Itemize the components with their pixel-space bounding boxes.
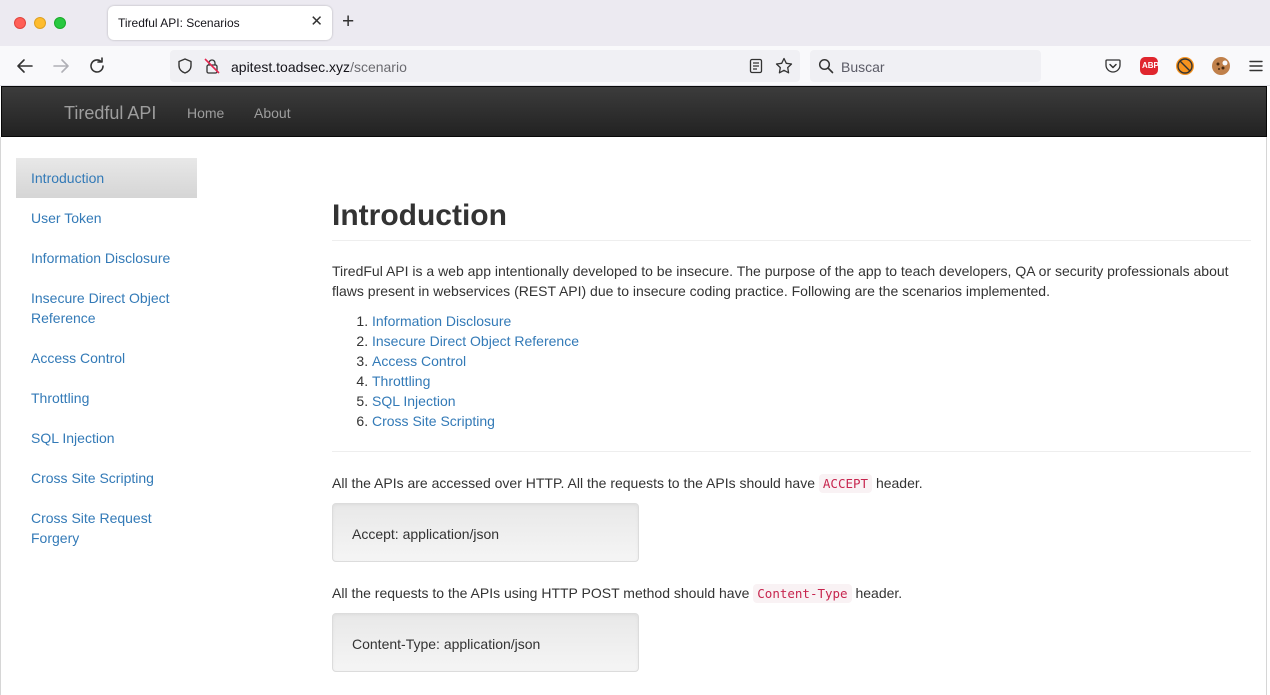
reload-button[interactable] xyxy=(85,54,109,78)
http-note-suffix: header. xyxy=(875,475,923,491)
browser-tab-active[interactable]: Tiredful API: Scenarios ✕ xyxy=(108,6,332,40)
scenario-link-idor[interactable]: Insecure Direct Object Reference xyxy=(372,333,579,349)
sidebar-item-xss[interactable]: Cross Site Scripting xyxy=(16,458,197,498)
nav-about[interactable]: About xyxy=(254,105,291,121)
url-path: /scenario xyxy=(350,59,407,75)
shield-icon[interactable] xyxy=(176,57,194,75)
sidebar-item-csrf[interactable]: Cross Site Request Forgery xyxy=(16,498,197,558)
post-note: All the requests to the APIs using HTTP … xyxy=(332,583,1251,604)
insecure-lock-icon[interactable] xyxy=(203,57,221,75)
list-item: Throttling xyxy=(372,371,1251,391)
tab-title: Tiredful API: Scenarios xyxy=(118,16,240,30)
browser-toolbar: apitest.toadsec.xyz/scenario Buscar ABP xyxy=(0,46,1270,86)
close-window-button[interactable] xyxy=(14,17,26,29)
site-navbar: Tiredful API Home About xyxy=(1,86,1267,137)
url-domain: apitest.toadsec.xyz xyxy=(231,59,351,75)
search-bar[interactable]: Buscar xyxy=(810,50,1041,82)
sidebar-item-access-control[interactable]: Access Control xyxy=(16,338,197,378)
zoom-window-button[interactable] xyxy=(54,17,66,29)
forward-arrow-icon xyxy=(53,59,69,73)
search-input[interactable]: Buscar xyxy=(841,59,885,75)
adblock-label: ABP xyxy=(1142,61,1159,70)
accept-header-value: Accept: application/json xyxy=(352,526,500,542)
reload-icon xyxy=(90,57,104,73)
page-border-left xyxy=(0,137,1,695)
list-item: Information Disclosure xyxy=(372,311,1251,331)
page-title: Introduction xyxy=(332,199,507,232)
search-icon xyxy=(818,58,834,74)
list-item: Cross Site Scripting xyxy=(372,411,1251,431)
content-type-header-well: Content-Type: application/json xyxy=(332,613,639,672)
sidebar-item-information-disclosure[interactable]: Information Disclosure xyxy=(16,238,197,278)
scenario-link-information-disclosure[interactable]: Information Disclosure xyxy=(372,313,511,329)
url-bar[interactable]: apitest.toadsec.xyz/scenario xyxy=(170,50,800,82)
post-note-suffix: header. xyxy=(855,585,903,601)
cookie-extension-icon[interactable] xyxy=(1212,57,1230,75)
url-text[interactable]: apitest.toadsec.xyz/scenario xyxy=(231,59,407,75)
back-arrow-icon xyxy=(17,59,33,73)
minimize-window-button[interactable] xyxy=(34,17,46,29)
scenario-list: Information Disclosure Insecure Direct O… xyxy=(372,311,1251,431)
sidebar-item-throttling[interactable]: Throttling xyxy=(16,378,197,418)
site-brand[interactable]: Tiredful API xyxy=(64,103,156,124)
browser-tab-bar: Tiredful API: Scenarios ✕ + xyxy=(0,0,1270,46)
nav-home[interactable]: Home xyxy=(187,105,224,121)
cookie-icon xyxy=(1216,60,1228,70)
list-item: SQL Injection xyxy=(372,391,1251,411)
prohibited-icon xyxy=(1177,58,1193,74)
main-content: Introduction TiredFul API is a web app i… xyxy=(332,198,1251,672)
accept-code: ACCEPT xyxy=(818,474,873,493)
http-note: All the APIs are accessed over HTTP. All… xyxy=(332,473,1251,494)
sidebar-item-introduction[interactable]: Introduction xyxy=(16,158,197,198)
scenario-link-sql-injection[interactable]: SQL Injection xyxy=(372,393,456,409)
list-item: Access Control xyxy=(372,351,1251,371)
post-note-text: All the requests to the APIs using HTTP … xyxy=(332,585,750,601)
forward-button[interactable] xyxy=(49,54,73,78)
reader-view-icon[interactable] xyxy=(747,57,765,75)
scenario-link-throttling[interactable]: Throttling xyxy=(372,373,430,389)
scenario-link-access-control[interactable]: Access Control xyxy=(372,353,466,369)
back-button[interactable] xyxy=(13,54,37,78)
bookmark-star-icon[interactable] xyxy=(774,56,794,76)
blocker-extension-icon[interactable] xyxy=(1176,57,1194,75)
page-border-right xyxy=(1266,137,1267,695)
accept-header-well: Accept: application/json xyxy=(332,503,639,562)
scenario-link-xss[interactable]: Cross Site Scripting xyxy=(372,413,495,429)
http-note-text: All the APIs are accessed over HTTP. All… xyxy=(332,475,816,491)
scenario-sidebar: Introduction User Token Information Disc… xyxy=(16,158,197,558)
list-item: Insecure Direct Object Reference xyxy=(372,331,1251,351)
sidebar-item-user-token[interactable]: User Token xyxy=(16,198,197,238)
adblock-plus-icon[interactable]: ABP xyxy=(1140,57,1159,75)
new-tab-button[interactable]: + xyxy=(342,11,354,33)
content-type-header-value: Content-Type: application/json xyxy=(352,636,541,652)
section-divider xyxy=(332,451,1251,452)
content-type-code: Content-Type xyxy=(753,584,852,603)
sidebar-item-sql-injection[interactable]: SQL Injection xyxy=(16,418,197,458)
title-divider xyxy=(332,240,1251,241)
pocket-icon[interactable] xyxy=(1104,57,1122,75)
hamburger-menu-icon[interactable] xyxy=(1248,58,1264,74)
tab-close-icon[interactable]: ✕ xyxy=(310,14,323,30)
sidebar-item-idor[interactable]: Insecure Direct Object Reference xyxy=(16,278,197,338)
intro-paragraph: TiredFul API is a web app intentionally … xyxy=(332,263,1229,299)
